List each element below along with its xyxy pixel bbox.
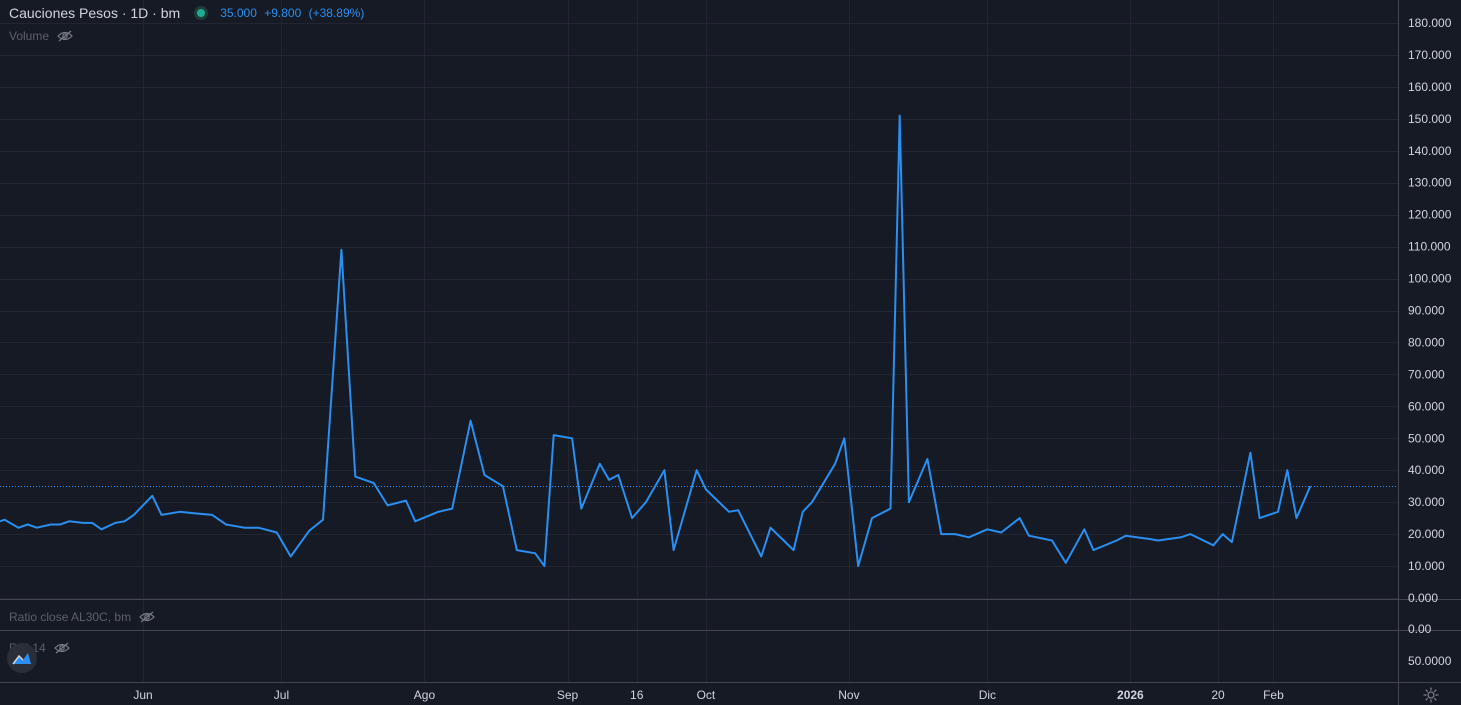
legend-values: 35.000 +9.800 (+38.89%) (220, 6, 368, 20)
x-tick-label: 2026 (1117, 688, 1144, 702)
y-tick-label: 120.000 (1408, 208, 1452, 222)
y-tick-label: 40.000 (1408, 463, 1445, 477)
y-tick-label: 160.000 (1408, 80, 1452, 94)
y-tick-label: 100.000 (1408, 272, 1452, 286)
symbol-legend: Cauciones Pesos · 1D · bm 35.000 +9.800 … (9, 4, 368, 22)
x-tick-label: Jun (133, 688, 152, 702)
ratio-axis-label: 0.00 (1408, 622, 1432, 636)
y-tick-label: 150.000 (1408, 112, 1452, 126)
x-tick-label: Ago (414, 688, 436, 702)
y-tick-label: 20.000 (1408, 527, 1445, 541)
y-tick-label: 170.000 (1408, 48, 1452, 62)
ratio-label: Ratio close AL30C, bm (9, 610, 132, 624)
y-tick-label: 90.000 (1408, 304, 1445, 318)
price-change-percent: (+38.89%) (308, 6, 365, 20)
symbol-title[interactable]: Cauciones Pesos · 1D · bm (9, 5, 180, 21)
eye-off-icon[interactable] (139, 611, 155, 623)
y-tick-label: 60.000 (1408, 399, 1445, 413)
x-tick-label: Oct (697, 688, 716, 702)
y-tick-label: 50.000 (1408, 431, 1445, 445)
y-tick-label: 130.000 (1408, 176, 1452, 190)
volume-indicator-label[interactable]: Volume (9, 29, 73, 43)
x-tick-label: Nov (838, 688, 859, 702)
ratio-indicator-label[interactable]: Ratio close AL30C, bm (9, 610, 155, 624)
y-tick-label: 30.000 (1408, 495, 1445, 509)
chart-canvas[interactable]: 0.000 10.000 20.000 30.000 40.000 50.000 60.00… (0, 0, 1461, 705)
y-tick-label: 80.000 (1408, 335, 1445, 349)
x-tick-label: Feb (1263, 688, 1284, 702)
y-tick-label: 0.000 (1408, 591, 1438, 605)
y-tick-label: 70.000 (1408, 367, 1445, 381)
price-change: +9.800 (264, 6, 302, 20)
y-tick-label: 10.000 (1408, 559, 1445, 573)
y-tick-label: 140.000 (1408, 144, 1452, 158)
volume-label: Volume (9, 29, 50, 43)
rsi-axis-label: 50.0000 (1408, 654, 1452, 668)
eye-off-icon[interactable] (57, 30, 73, 42)
x-tick-label: 20 (1211, 688, 1225, 702)
market-status-icon (194, 6, 209, 20)
x-tick-label: Jul (274, 688, 289, 702)
x-tick-label: Dic (979, 688, 996, 702)
eye-off-icon[interactable] (53, 642, 70, 654)
last-value: 35.000 (220, 6, 257, 20)
tradingview-logo-icon[interactable] (7, 643, 37, 673)
x-tick-label: 16 (630, 688, 644, 702)
gear-icon[interactable] (1422, 686, 1440, 704)
y-tick-label: 110.000 (1408, 240, 1451, 254)
x-tick-label: Sep (557, 688, 579, 702)
y-tick-label: 180.000 (1408, 16, 1452, 30)
